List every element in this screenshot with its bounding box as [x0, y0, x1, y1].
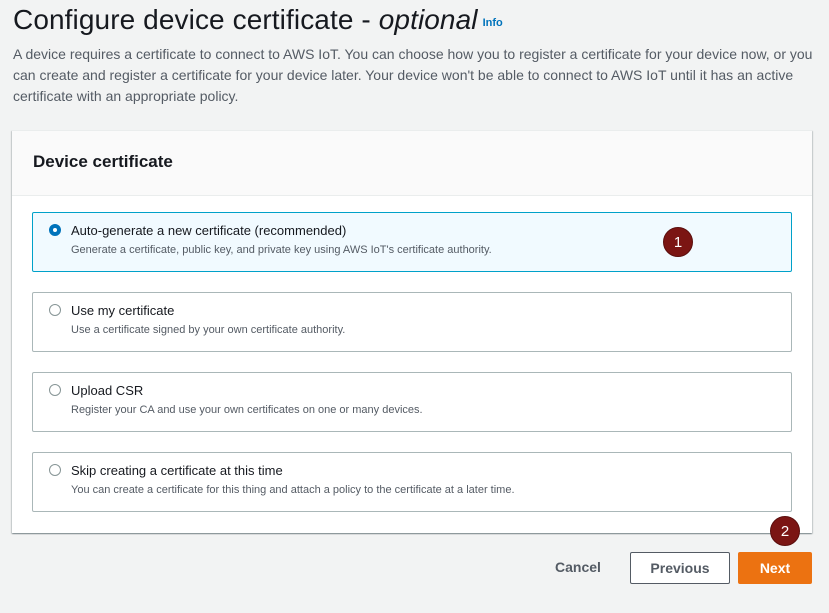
radio-upload-csr[interactable] [49, 384, 61, 396]
page-title: Configure device certificate - optional [13, 4, 478, 35]
option-description: Use a certificate signed by your own cer… [71, 324, 346, 336]
step-marker-2: 2 [770, 516, 800, 546]
step-marker-1: 1 [663, 227, 693, 257]
page-title-text: Configure device certificate - [13, 4, 379, 35]
info-link[interactable]: Info [483, 17, 503, 29]
radio-use-my-certificate[interactable] [49, 304, 61, 316]
option-description: Register your CA and use your own certif… [71, 404, 423, 416]
option-label: Upload CSR [71, 383, 144, 398]
option-upload-csr[interactable]: Upload CSR Register your CA and use your… [32, 372, 792, 432]
radio-auto-generate[interactable] [49, 224, 61, 236]
page-title-optional: optional [378, 4, 478, 35]
option-skip-certificate[interactable]: Skip creating a certificate at this time… [32, 452, 792, 512]
device-certificate-panel: Device certificate Auto-generate a new c… [12, 130, 812, 533]
radio-skip-certificate[interactable] [49, 464, 61, 476]
option-label: Use my certificate [71, 303, 175, 318]
panel-header: Device certificate [12, 131, 812, 196]
previous-button[interactable]: Previous [630, 552, 730, 584]
option-description: Generate a certificate, public key, and … [71, 244, 492, 256]
page-description: A device requires a certificate to conne… [13, 46, 813, 104]
panel-title: Device certificate [33, 152, 173, 171]
cancel-button[interactable]: Cancel [540, 552, 616, 584]
page: Configure device certificate - optional I… [0, 0, 829, 613]
next-button[interactable]: Next [738, 552, 812, 584]
option-use-my-certificate[interactable]: Use my certificate Use a certificate sig… [32, 292, 792, 352]
option-label: Auto-generate a new certificate (recomme… [71, 223, 347, 238]
option-description: You can create a certificate for this th… [71, 484, 515, 496]
page-title-row: Configure device certificate - optional I… [13, 4, 503, 36]
option-label: Skip creating a certificate at this time [71, 463, 283, 478]
